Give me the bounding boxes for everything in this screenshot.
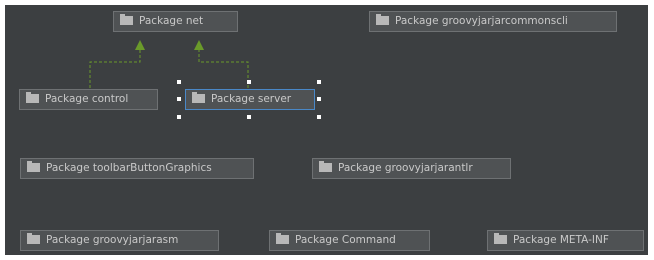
resize-handle-bottom-right[interactable]: [317, 115, 321, 119]
package-net[interactable]: Package net: [113, 11, 238, 32]
package-groovyjarjarcommonscli[interactable]: Package groovyjarjarcommonscli: [369, 11, 617, 32]
resize-handle-top-middle[interactable]: [247, 80, 251, 84]
resize-handle-bottom-middle[interactable]: [247, 115, 251, 119]
package-server[interactable]: Package server: [185, 89, 315, 110]
package-meta-inf[interactable]: Package META-INF: [487, 230, 644, 251]
package-command[interactable]: Package Command: [269, 230, 430, 251]
package-label: Package groovyjarjarantlr: [338, 162, 473, 174]
folder-icon: [319, 161, 332, 172]
package-control[interactable]: Package control: [19, 89, 158, 110]
package-toolbarbuttongraphics[interactable]: Package toolbarButtonGraphics: [20, 158, 254, 179]
package-label: Package server: [211, 93, 292, 105]
folder-icon: [27, 161, 40, 172]
resize-handle-bottom-left[interactable]: [177, 115, 181, 119]
folder-icon: [120, 14, 133, 25]
package-label: Package groovyjarjarcommonscli: [395, 15, 568, 27]
folder-icon: [376, 14, 389, 25]
package-groovyjarjarantlr[interactable]: Package groovyjarjarantlr: [312, 158, 511, 179]
package-label: Package net: [139, 15, 204, 27]
resize-handle-top-left[interactable]: [177, 80, 181, 84]
package-label: Package control: [45, 93, 129, 105]
package-label: Package Command: [295, 234, 396, 246]
folder-icon: [192, 92, 205, 103]
folder-icon: [27, 233, 40, 244]
folder-icon: [276, 233, 289, 244]
resize-handle-middle-left[interactable]: [177, 97, 181, 101]
diagram-canvas[interactable]: [5, 5, 648, 255]
package-label: Package META-INF: [513, 234, 609, 246]
package-label: Package groovyjarjarasm: [46, 234, 179, 246]
package-label: Package toolbarButtonGraphics: [46, 162, 212, 174]
package-groovyjarjarasm[interactable]: Package groovyjarjarasm: [20, 230, 219, 251]
folder-icon: [26, 92, 39, 103]
resize-handle-top-right[interactable]: [317, 80, 321, 84]
folder-icon: [494, 233, 507, 244]
resize-handle-middle-right[interactable]: [317, 97, 321, 101]
